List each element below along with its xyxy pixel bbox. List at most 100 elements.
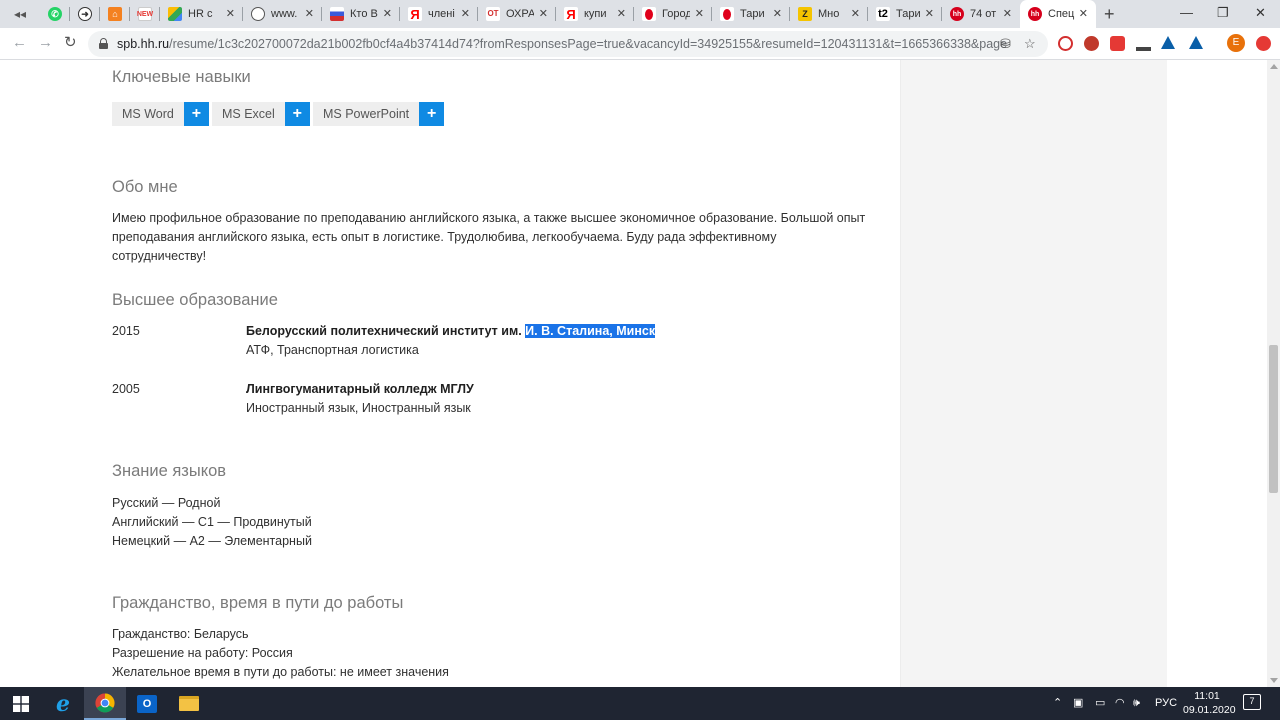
add-skill-button[interactable]: +: [183, 102, 209, 126]
maximize-button[interactable]: ❐: [1217, 4, 1229, 22]
skill-tag: MS Word +: [112, 102, 209, 126]
start-button[interactable]: [0, 687, 42, 720]
tab-back[interactable]: ◂◂: [6, 0, 40, 28]
scroll-down-arrow-icon[interactable]: [1270, 678, 1278, 683]
close-icon[interactable]: ✕: [773, 8, 782, 20]
new-tab-button[interactable]: +: [1104, 4, 1115, 24]
extension-mail-icon[interactable]: [1110, 36, 1125, 51]
tab-title: купи: [584, 8, 607, 20]
tab-whatsapp[interactable]: ✆: [40, 0, 70, 28]
close-icon[interactable]: ✕: [539, 8, 548, 20]
education-institution[interactable]: Белорусский политехнический институт им.…: [246, 323, 656, 340]
education-institution[interactable]: Лингвогуманитарный колледж МГЛУ: [246, 381, 474, 398]
tab-74[interactable]: hh 74 от ✕: [942, 0, 1020, 28]
tab-title: Спец: [1048, 8, 1075, 20]
tab-title: члені: [428, 8, 455, 20]
tab-orange[interactable]: ⌂: [100, 0, 130, 28]
tab-tari-1[interactable]: Тари ✕: [712, 0, 790, 28]
ohr-icon: ОТ: [486, 7, 500, 21]
tab-www[interactable]: www. ✕: [243, 0, 322, 28]
add-skill-button[interactable]: +: [419, 102, 445, 126]
clock-date: 09.01.2020: [1183, 704, 1236, 716]
wifi-icon[interactable]: ◠: [1115, 695, 1125, 711]
tab-kto[interactable]: Кто B ✕: [322, 0, 400, 28]
close-icon[interactable]: ✕: [305, 8, 314, 20]
close-icon[interactable]: ✕: [383, 8, 392, 20]
back-arrow-icon: ◂◂: [14, 7, 27, 21]
url-path: /resume/1c3c202700072da21b002fb0cf4a4b37…: [169, 37, 1007, 51]
tab-gorod[interactable]: Город ✕: [634, 0, 712, 28]
orange-square-icon: ⌂: [108, 7, 122, 21]
citizenship-item: Желательное время в пути до работы: не и…: [112, 665, 449, 679]
close-icon[interactable]: ✕: [461, 8, 470, 20]
tab-hr[interactable]: HR c ✕: [160, 0, 243, 28]
selected-text: И. В. Сталина, Минск: [525, 324, 656, 338]
tray-app-icon[interactable]: ▣: [1073, 695, 1083, 711]
lock-icon: [99, 38, 108, 49]
page-scrollbar[interactable]: [1267, 60, 1280, 687]
taskbar-chrome[interactable]: [84, 687, 126, 720]
close-icon[interactable]: ✕: [851, 8, 860, 20]
taskbar-file-explorer[interactable]: [168, 687, 210, 720]
reload-button[interactable]: ↻: [64, 34, 77, 52]
extension-red-circle-icon[interactable]: [1058, 36, 1073, 51]
tab-strip: ◂◂ ✆ ➜ ⌂ NEW HR c ✕ www. ✕ Кто B ✕ Я чле…: [0, 0, 1280, 28]
about-text: Имею профильное образование по преподава…: [112, 211, 866, 263]
back-button[interactable]: ←: [12, 34, 27, 52]
scrollbar-thumb[interactable]: [1269, 345, 1278, 493]
skill-tag: MS PowerPoint +: [313, 102, 445, 126]
forward-button[interactable]: →: [38, 34, 53, 52]
close-icon[interactable]: ✕: [226, 8, 235, 20]
news-icon: NEW: [137, 7, 153, 21]
tab-chleni[interactable]: Я члені ✕: [400, 0, 478, 28]
extension-bug-icon[interactable]: [1084, 36, 1099, 51]
taskbar-outlook[interactable]: O: [126, 687, 168, 720]
extension-triangle-icon[interactable]: [1189, 36, 1203, 49]
red-dot-icon: [720, 7, 734, 21]
address-bar[interactable]: spb.hh.ru/resume/1c3c202700072da21b002fb…: [88, 31, 1048, 57]
tray-expand-icon[interactable]: ⌃: [1053, 695, 1062, 711]
taskbar-internet-explorer[interactable]: e: [42, 687, 84, 720]
globe-icon: [251, 7, 265, 21]
close-window-button[interactable]: ✕: [1255, 4, 1266, 22]
chrome-icon: [95, 693, 115, 713]
tab-spec-active[interactable]: hh Спец ✕: [1020, 0, 1096, 28]
tab-news[interactable]: NEW: [130, 0, 160, 28]
extension-hat-icon[interactable]: [1136, 36, 1151, 51]
language-item: Русский — Родной: [112, 496, 221, 510]
close-icon[interactable]: ✕: [617, 8, 626, 20]
z-icon: Z: [798, 7, 812, 21]
close-icon[interactable]: ✕: [925, 8, 934, 20]
tab-mno[interactable]: Z Мно ✕: [790, 0, 868, 28]
tab-forward[interactable]: ➜: [70, 0, 100, 28]
minimize-button[interactable]: —: [1180, 4, 1193, 22]
tab-tari-2[interactable]: t2 Тари ✕: [868, 0, 942, 28]
cookie-blocked-icon[interactable]: ⛁: [1000, 36, 1011, 52]
close-icon[interactable]: ✕: [1003, 8, 1012, 20]
scroll-up-arrow-icon[interactable]: [1270, 64, 1278, 69]
citizenship-heading: Гражданство, время в пути до работы: [112, 594, 404, 612]
tab-title: Кто B: [350, 8, 378, 20]
education-heading: Высшее образование: [112, 291, 278, 309]
extension-up-arrow-icon[interactable]: [1256, 36, 1271, 51]
volume-icon[interactable]: 🕪: [1133, 695, 1140, 711]
add-skill-button[interactable]: +: [284, 102, 310, 126]
tab-ohra[interactable]: ОТ ОХРА ✕: [478, 0, 556, 28]
tab-kupi[interactable]: Я купи ✕: [556, 0, 634, 28]
clock[interactable]: 11:01 09.01.2020: [1183, 689, 1236, 717]
close-icon[interactable]: ✕: [1079, 8, 1088, 20]
language-indicator[interactable]: РУС: [1155, 695, 1177, 711]
education-detail: АТФ, Транспортная логистика: [246, 343, 419, 357]
url-text[interactable]: spb.hh.ru/resume/1c3c202700072da21b002fb…: [117, 37, 1007, 51]
extension-triangle-icon[interactable]: [1161, 36, 1175, 49]
hh-icon: hh: [1028, 7, 1042, 21]
close-icon[interactable]: ✕: [695, 8, 704, 20]
languages-heading: Знание языков: [112, 462, 227, 480]
citizenship-item: Разрешение на работу: Россия: [112, 646, 293, 660]
profile-avatar[interactable]: E: [1227, 34, 1245, 52]
battery-icon[interactable]: ▭: [1095, 695, 1105, 711]
education-year: 2005: [112, 382, 140, 396]
notification-center-button[interactable]: 7: [1243, 694, 1261, 710]
star-icon[interactable]: ☆: [1024, 36, 1036, 52]
red-dot-icon: [642, 7, 656, 21]
